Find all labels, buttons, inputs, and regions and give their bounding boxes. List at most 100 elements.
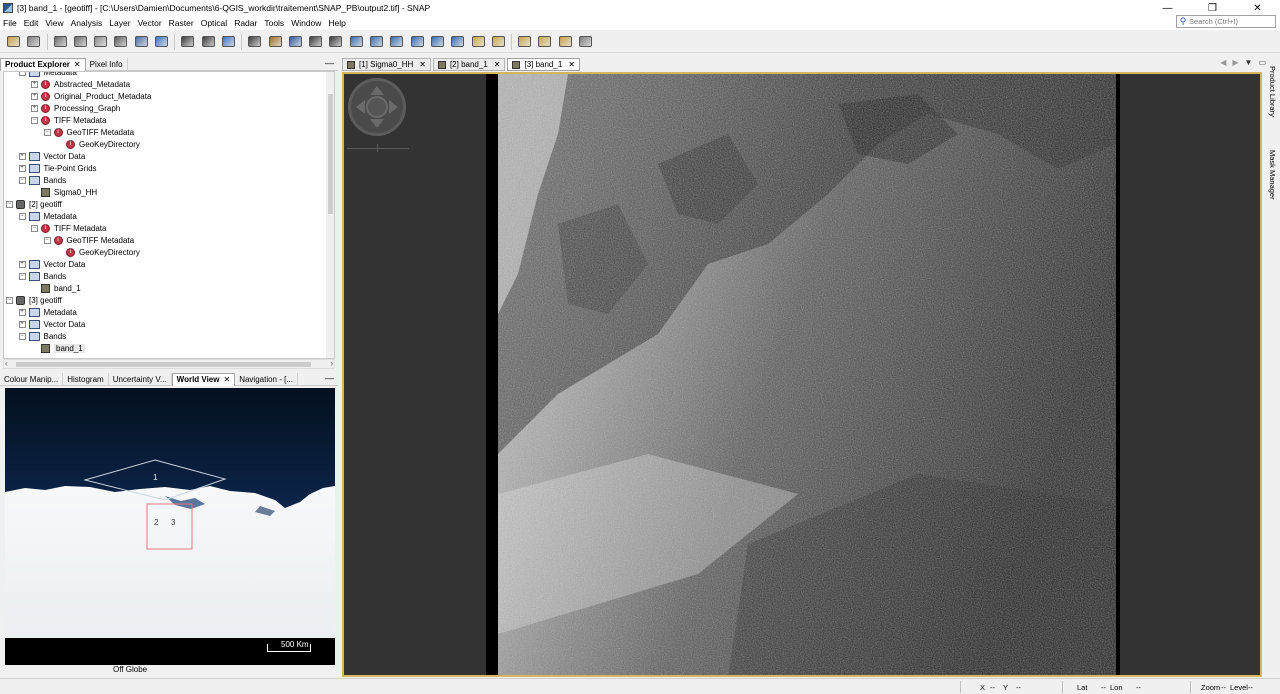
zoom-tool-icon[interactable] — [287, 33, 304, 50]
collapse-icon[interactable]: − — [6, 296, 13, 304]
collapse-icon[interactable]: − — [31, 224, 38, 232]
image-view-tab-0[interactable]: [1] Sigma0_HH ✕ — [342, 58, 431, 71]
search-box[interactable]: ⚲ Search (Ctrl+I) — [1176, 15, 1276, 28]
menu-raster[interactable]: Raster — [169, 18, 194, 28]
collapse-icon[interactable]: − — [18, 272, 26, 280]
menu-edit[interactable]: Edit — [24, 18, 39, 28]
close-tab-icon[interactable]: ✕ — [568, 60, 575, 69]
close-tab-icon[interactable]: ✕ — [223, 375, 230, 384]
tree-node[interactable]: − Bands — [18, 330, 66, 342]
tool-tab-4[interactable]: Navigation - [... — [235, 372, 298, 386]
tree-horizontal-scrollbar[interactable]: ‹ › — [3, 359, 335, 369]
tree-node[interactable]: + i Processing_Graph — [31, 102, 120, 114]
zoom-slider-handle[interactable] — [377, 144, 378, 152]
maximize-view-icon[interactable]: ▭ — [1258, 58, 1266, 67]
save-product-icon[interactable] — [25, 33, 42, 50]
expand-icon[interactable]: + — [31, 104, 38, 112]
menu-file[interactable]: File — [3, 18, 17, 28]
magic-wand-icon[interactable] — [490, 33, 507, 50]
expand-icon[interactable]: + — [18, 308, 26, 316]
tree-node[interactable]: − Bands — [18, 174, 66, 186]
close-button[interactable]: ✕ — [1235, 0, 1280, 16]
tool-tab-1[interactable]: Histogram — [63, 372, 109, 386]
search-input[interactable]: Search (Ctrl+I) — [1189, 17, 1238, 26]
close-tab-icon[interactable]: ✕ — [494, 60, 501, 69]
image-view[interactable] — [342, 72, 1262, 677]
band-maths-icon[interactable] — [52, 33, 69, 50]
menu-window[interactable]: Window — [291, 18, 321, 28]
range-finder-icon[interactable] — [449, 33, 466, 50]
collapse-icon[interactable]: − — [6, 200, 13, 208]
image-view-tab-1[interactable]: [2] band_1 ✕ — [432, 58, 506, 71]
batch-processing-icon[interactable] — [200, 33, 217, 50]
polygon-tool-icon[interactable] — [409, 33, 426, 50]
polyline-tool-icon[interactable] — [368, 33, 385, 50]
open-product-icon[interactable] — [5, 33, 22, 50]
tree-node[interactable]: i GeoKeyDirectory — [56, 246, 140, 258]
line-tool-icon[interactable] — [348, 33, 365, 50]
menu-radar[interactable]: Radar — [234, 18, 257, 28]
graph-builder-icon[interactable] — [179, 33, 196, 50]
gcp-tool-icon[interactable] — [327, 33, 344, 50]
menu-layer[interactable]: Layer — [109, 18, 130, 28]
tile-horizontal-icon[interactable] — [516, 33, 533, 50]
tree-node[interactable]: − Bands — [18, 270, 66, 282]
menu-view[interactable]: View — [45, 18, 63, 28]
tree-node[interactable]: − i TIFF Metadata — [31, 114, 106, 126]
tree-node[interactable]: band_1 — [31, 342, 85, 354]
expand-icon[interactable]: + — [31, 92, 38, 100]
scroll-right-icon[interactable]: › — [330, 359, 333, 368]
explorer-tab-0[interactable]: Product Explorer ✕ — [0, 57, 86, 71]
collapse-icon[interactable]: − — [18, 176, 26, 184]
zoom-in-tool-icon[interactable] — [307, 33, 324, 50]
tree-node[interactable]: + Tie-Point Grids — [18, 162, 97, 174]
tab-scroll-left-icon[interactable]: ◀ — [1220, 58, 1226, 67]
collapse-icon[interactable]: − — [18, 332, 26, 340]
tree-node[interactable]: − i TIFF Metadata — [31, 222, 106, 234]
collapse-icon[interactable]: − — [18, 212, 26, 220]
collapse-icon[interactable]: − — [18, 72, 26, 76]
tree-node[interactable]: + Metadata — [18, 306, 77, 318]
world-view-icon[interactable] — [153, 33, 170, 50]
tile-grid-icon[interactable] — [557, 33, 574, 50]
collapse-icon[interactable]: − — [43, 128, 51, 136]
explorer-tab-1[interactable]: Pixel Info — [86, 57, 128, 71]
minimize-button[interactable]: — — [1145, 0, 1190, 16]
tool-tab-2[interactable]: Uncertainty V... — [109, 372, 172, 386]
product-library-tab[interactable]: Product Library — [1268, 66, 1277, 117]
layer-editor-icon[interactable] — [470, 33, 487, 50]
menu-analysis[interactable]: Analysis — [71, 18, 103, 28]
tree-node[interactable]: + Vector Data — [18, 150, 85, 162]
tree-node[interactable]: − i GeoTIFF Metadata — [43, 234, 134, 246]
tree-vertical-scrollbar[interactable] — [326, 72, 334, 358]
tree-node[interactable]: i GeoKeyDirectory — [56, 138, 140, 150]
expand-icon[interactable]: + — [18, 260, 26, 268]
collapse-icon[interactable]: − — [43, 236, 51, 244]
tile-vertical-icon[interactable] — [536, 33, 553, 50]
gcp-manager-icon[interactable] — [133, 33, 150, 50]
zoom-slider[interactable] — [347, 148, 409, 149]
scroll-left-icon[interactable]: ‹ — [5, 359, 8, 368]
expand-icon[interactable]: + — [18, 152, 26, 160]
menu-vector[interactable]: Vector — [138, 18, 162, 28]
tab-list-icon[interactable]: ▼ — [1245, 58, 1253, 67]
tree-node[interactable]: + i Abstracted_Metadata — [31, 78, 130, 90]
menu-tools[interactable]: Tools — [264, 18, 284, 28]
time-series-icon[interactable] — [220, 33, 237, 50]
tree-node[interactable]: band_1 — [31, 282, 81, 294]
pan-tool-icon[interactable] — [267, 33, 284, 50]
tool-tab-3[interactable]: World View ✕ — [171, 372, 236, 386]
minimize-tool-panel-button[interactable]: — — [325, 373, 334, 383]
tree-node[interactable]: − i GeoTIFF Metadata — [43, 126, 134, 138]
tree-node[interactable]: + Vector Data — [18, 318, 85, 330]
mask-manager-tab[interactable]: Mask Manager — [1268, 150, 1277, 200]
rectangle-tool-icon[interactable] — [388, 33, 405, 50]
select-tool-icon[interactable] — [246, 33, 263, 50]
tree-node[interactable]: − [3] geotiff — [6, 294, 62, 306]
tab-scroll-right-icon[interactable]: ▶ — [1232, 58, 1238, 67]
collapse-icon[interactable]: − — [31, 116, 38, 124]
tree-node[interactable]: + i Original_Product_Metadata — [31, 90, 151, 102]
navigation-control-icon[interactable] — [348, 78, 406, 136]
tool-tab-0[interactable]: Colour Manip... — [0, 372, 64, 386]
tile-evenly-icon[interactable] — [577, 33, 594, 50]
